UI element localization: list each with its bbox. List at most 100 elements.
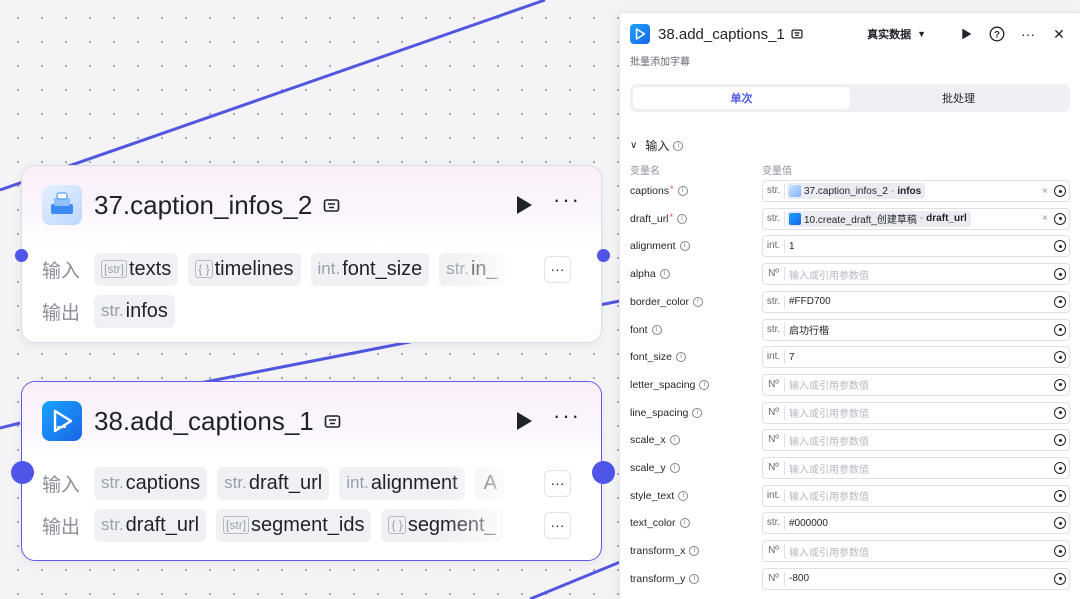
param-value-field[interactable]: int. 1: [762, 235, 1070, 258]
param-reference[interactable]: 10.create_draft_创建草稿 - draft_url: [785, 210, 1042, 227]
param-input-placeholder[interactable]: 输入或引用参数值: [785, 544, 1054, 559]
param-value-field[interactable]: str. #FFD700: [762, 290, 1070, 313]
caret-down-icon[interactable]: ▼: [917, 29, 926, 39]
node37-input-port[interactable]: [15, 249, 28, 262]
param-name: text_color i: [630, 517, 762, 529]
param-value[interactable]: -800: [785, 573, 1054, 584]
reference-variable: infos: [897, 185, 922, 197]
outputs-more-button[interactable]: ···: [544, 511, 571, 539]
param-type-badge: Nº: [763, 405, 785, 420]
param-row: transform_y i Nº -800: [630, 567, 1070, 590]
param-value-field[interactable]: Nº 输入或引用参数值: [762, 540, 1070, 563]
output-tag: str. infos: [94, 294, 175, 328]
param-value-field[interactable]: str. #000000: [762, 512, 1070, 535]
param-input-placeholder[interactable]: 输入或引用参数值: [785, 267, 1054, 282]
panel-more-button[interactable]: ···: [1019, 25, 1037, 43]
param-value-field[interactable]: Nº 输入或引用参数值: [762, 263, 1070, 286]
param-type-badge: int.: [763, 239, 785, 254]
node37-output-port[interactable]: [597, 249, 610, 262]
param-name-text: captions: [630, 185, 670, 197]
inputs-more-button[interactable]: ···: [544, 255, 571, 283]
param-input-placeholder[interactable]: 输入或引用参数值: [785, 377, 1054, 392]
node-more-button[interactable]: ···: [553, 405, 581, 431]
param-value-field[interactable]: Nº -800: [762, 567, 1070, 590]
param-row: style_text i int. 输入或引用参数值: [630, 484, 1070, 507]
reference-chip[interactable]: 37.caption_infos_2- infos: [787, 183, 926, 199]
tab-single[interactable]: 单次: [633, 87, 850, 109]
param-value[interactable]: 7: [785, 352, 1054, 363]
target-icon[interactable]: [1054, 489, 1066, 502]
target-icon[interactable]: [1054, 378, 1066, 391]
param-value-field[interactable]: str. 10.create_draft_创建草稿 - draft_url ×: [762, 207, 1070, 230]
param-input-placeholder[interactable]: 输入或引用参数值: [785, 433, 1054, 448]
param-value-field[interactable]: int. 7: [762, 346, 1070, 369]
param-value[interactable]: #FFD700: [785, 296, 1054, 307]
reference-chip[interactable]: 10.create_draft_创建草稿 - draft_url: [787, 210, 971, 227]
target-icon[interactable]: [1054, 462, 1066, 474]
param-value-field[interactable]: str. 启功行楷: [762, 318, 1070, 341]
clear-icon[interactable]: ×: [1042, 213, 1048, 224]
info-icon: i: [679, 518, 690, 529]
param-value-field[interactable]: str. 37.caption_infos_2- infos ×: [762, 180, 1070, 202]
param-value-field[interactable]: Nº 输入或引用参数值: [762, 429, 1070, 452]
param-name: transform_x i: [630, 545, 762, 557]
param-value-field[interactable]: Nº 输入或引用参数值: [762, 373, 1070, 396]
target-icon[interactable]: [1054, 434, 1066, 447]
target-icon[interactable]: [1054, 517, 1066, 530]
target-icon[interactable]: [1054, 406, 1066, 419]
tab-batch[interactable]: 批处理: [850, 87, 1067, 109]
param-name: font i: [630, 324, 762, 336]
play-icon[interactable]: [957, 25, 975, 43]
param-row: transform_x i Nº 输入或引用参数值: [630, 540, 1070, 563]
node-input-row: 输入 str. captions str. draft_url int. alignm…: [22, 462, 601, 504]
section-title: 输入: [645, 139, 670, 153]
param-reference[interactable]: 37.caption_infos_2- infos: [785, 183, 1042, 199]
caption-dataset-icon: [789, 185, 801, 197]
panel-header: 38.add_captions_1 真实数据 ▼ ? ··· ✕: [630, 22, 1068, 46]
target-icon[interactable]: [1054, 323, 1066, 336]
inputs-more-button[interactable]: ···: [544, 469, 571, 497]
node38-input-port[interactable]: [11, 461, 34, 484]
info-icon: i: [692, 296, 703, 307]
data-mode-select[interactable]: 真实数据: [867, 26, 911, 42]
param-name: font_size i: [630, 351, 762, 363]
target-icon[interactable]: [1054, 268, 1066, 281]
play-icon[interactable]: [513, 194, 535, 216]
param-value-field[interactable]: int. 输入或引用参数值: [762, 484, 1070, 507]
input-tag: str. captions: [94, 466, 208, 500]
target-icon[interactable]: [1054, 212, 1066, 225]
node-add-captions[interactable]: 38.add_captions_1 ··· 输入 str. captions st…: [21, 381, 602, 561]
target-icon[interactable]: [1054, 240, 1066, 253]
output-label: 输出: [42, 302, 81, 324]
play-icon[interactable]: [513, 410, 535, 432]
node38-output-port[interactable]: [592, 461, 615, 484]
target-icon[interactable]: [1054, 351, 1066, 364]
param-value-field[interactable]: Nº 输入或引用参数值: [762, 457, 1070, 479]
param-value[interactable]: #000000: [785, 518, 1054, 529]
param-input-placeholder[interactable]: 输入或引用参数值: [785, 461, 1054, 476]
close-icon[interactable]: ✕: [1050, 25, 1068, 43]
chevron-down-icon[interactable]: ∨: [630, 140, 637, 151]
node-more-button[interactable]: ···: [553, 189, 581, 215]
node-caption-infos[interactable]: 37.caption_infos_2 ··· 输入 [str] texts { }…: [21, 165, 602, 343]
param-value-field[interactable]: Nº 输入或引用参数值: [762, 401, 1070, 424]
target-icon[interactable]: [1054, 295, 1066, 308]
param-row: line_spacing i Nº 输入或引用参数值: [630, 401, 1070, 424]
col-variable-name: 变量名: [630, 166, 660, 177]
param-type-badge: str.: [763, 211, 785, 226]
help-icon[interactable]: ?: [988, 25, 1006, 43]
target-icon[interactable]: [1054, 185, 1066, 197]
param-value[interactable]: 1: [785, 241, 1054, 252]
param-input-placeholder[interactable]: 输入或引用参数值: [785, 488, 1054, 503]
param-name: letter_spacing i: [630, 379, 762, 391]
plugin-badge-icon: [322, 196, 340, 214]
clear-icon[interactable]: ×: [1042, 186, 1048, 197]
param-input-placeholder[interactable]: 输入或引用参数值: [785, 405, 1054, 420]
required-mark: *: [670, 184, 674, 194]
edge-bottom-diagonal: [529, 558, 626, 599]
output-tag: [str] segment_ids: [216, 508, 372, 542]
input-section-header[interactable]: ∨ 输入 i: [630, 137, 684, 154]
target-icon[interactable]: [1054, 545, 1066, 558]
param-value[interactable]: 启功行楷: [785, 322, 1054, 337]
target-icon[interactable]: [1054, 572, 1066, 585]
